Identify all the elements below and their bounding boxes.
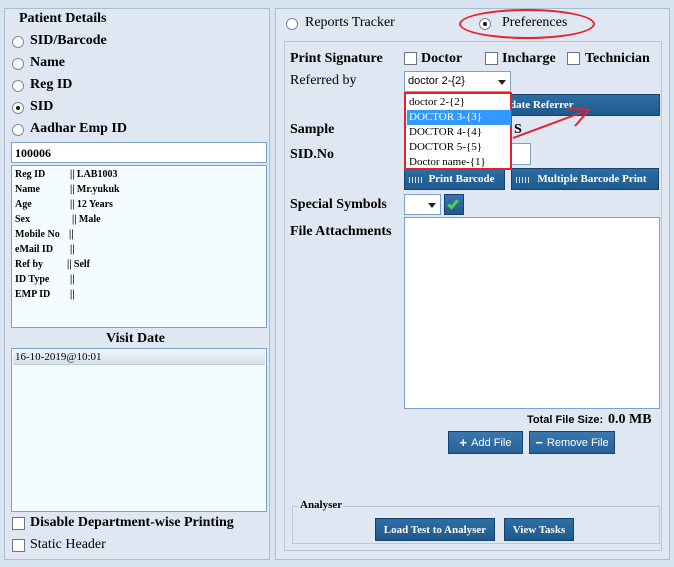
- signature-technician-checkbox[interactable]: [567, 52, 580, 65]
- info-value-mobile: ||: [69, 229, 74, 240]
- search-input[interactable]: 100006: [11, 142, 267, 163]
- chevron-down-icon[interactable]: [428, 203, 436, 208]
- remove-file-label: Remove File: [546, 436, 609, 449]
- radio-name[interactable]: [12, 58, 24, 70]
- search-option-label: Name: [30, 55, 65, 70]
- insert-symbol-button[interactable]: [444, 194, 464, 215]
- add-file-button[interactable]: + Add File: [448, 431, 523, 454]
- total-file-size-label: Total File Size:: [527, 414, 604, 426]
- plus-icon: +: [459, 435, 468, 450]
- sid-no-label: SID.No: [290, 147, 334, 162]
- multiple-barcode-print-label: Multiple Barcode Print: [537, 173, 647, 185]
- info-value-sex: || Male: [72, 214, 101, 225]
- info-value-reg-id: || LAB1003: [70, 169, 118, 180]
- print-signature-label: Print Signature: [290, 51, 383, 66]
- info-value-name: || Mr.yukuk: [70, 184, 120, 195]
- disable-dept-printing-label: Disable Department-wise Printing: [30, 515, 234, 530]
- static-header-checkbox[interactable]: [12, 539, 25, 552]
- print-barcode-label: Print Barcode: [428, 173, 495, 185]
- dropdown-option[interactable]: doctor 2-{2}: [407, 95, 511, 110]
- arrow-shaft: [512, 111, 584, 139]
- patient-info-box: Reg ID || LAB1003 Name || Mr.yukuk Age |…: [11, 165, 267, 328]
- visit-date-item[interactable]: 16-10-2019@10:01: [13, 350, 265, 365]
- static-header-label: Static Header: [30, 537, 106, 552]
- visit-date-title: Visit Date: [106, 331, 165, 346]
- info-label-name: Name: [15, 184, 40, 195]
- load-test-label: Load Test to Analyser: [383, 523, 487, 536]
- search-option-label: Aadhar Emp ID: [30, 121, 127, 136]
- visit-date-list[interactable]: 16-10-2019@10:01: [11, 348, 267, 512]
- search-input-value: 100006: [15, 146, 51, 160]
- file-attachments-list[interactable]: [404, 217, 660, 409]
- referred-by-dropdown-list[interactable]: doctor 2-{2} DOCTOR 3-{3} DOCTOR 4-{4} D…: [404, 92, 512, 170]
- barcode-icon: [516, 177, 530, 183]
- multiple-barcode-print-button[interactable]: Multiple Barcode Print: [511, 168, 659, 190]
- info-label-age: Age: [15, 199, 32, 210]
- info-label-emp-id: EMP ID: [15, 289, 51, 300]
- special-symbols-select[interactable]: [404, 194, 441, 215]
- print-barcode-button[interactable]: Print Barcode: [404, 168, 505, 190]
- visit-date-text: 16-10-2019@10:01: [15, 351, 102, 363]
- disable-dept-printing-checkbox[interactable]: [12, 517, 25, 530]
- radio-reg-id[interactable]: [12, 80, 24, 92]
- referred-by-select[interactable]: doctor 2-{2}: [404, 71, 511, 92]
- signature-incharge-checkbox[interactable]: [485, 52, 498, 65]
- info-label-id-type: ID Type: [15, 274, 50, 285]
- info-label-sex: Sex: [15, 214, 30, 225]
- info-value-emp-id: ||: [70, 289, 75, 300]
- signature-doctor-label: Doctor: [421, 51, 463, 66]
- info-label-mobile: Mobile No: [15, 229, 60, 240]
- view-tasks-label: View Tasks: [512, 523, 566, 536]
- load-test-to-analyser-button[interactable]: Load Test to Analyser: [375, 518, 495, 541]
- annotation-arrow: [512, 107, 592, 139]
- file-attachments-label: File Attachments: [290, 224, 392, 239]
- radio-reports-tracker[interactable]: [286, 18, 298, 30]
- chevron-down-icon[interactable]: [498, 80, 506, 85]
- sample-label: Sample: [290, 122, 335, 137]
- special-symbols-label: Special Symbols: [290, 197, 387, 212]
- referred-by-label: Referred by: [290, 73, 357, 88]
- patient-details-title: Patient Details: [19, 11, 107, 26]
- info-value-age: || 12 Years: [70, 199, 113, 210]
- view-tasks-button[interactable]: View Tasks: [504, 518, 574, 541]
- info-value-ref-by: || Self: [67, 259, 91, 270]
- checkmark-icon: [447, 197, 459, 210]
- preferences-panel: Reports Tracker Preferences Print Signat…: [275, 8, 670, 560]
- search-option-label: SID: [30, 99, 54, 114]
- dropdown-option[interactable]: Doctor name-{1}: [407, 155, 511, 170]
- add-file-label: Add File: [471, 436, 512, 449]
- dropdown-option-selected[interactable]: DOCTOR 3-{3}: [407, 110, 511, 125]
- signature-incharge-label: Incharge: [502, 51, 556, 66]
- search-option-label: SID/Barcode: [30, 33, 107, 48]
- info-value-email: ||: [70, 244, 75, 255]
- info-label-email: eMail ID: [15, 244, 54, 255]
- search-option-label: Reg ID: [30, 77, 73, 92]
- minus-icon: −: [535, 435, 543, 450]
- total-file-size-value: 0.0 MB: [608, 412, 652, 427]
- dropdown-option[interactable]: DOCTOR 5-{5}: [407, 140, 511, 155]
- radio-sid[interactable]: [12, 102, 24, 114]
- radio-aadhar-emp-id[interactable]: [12, 124, 24, 136]
- analyser-title: Analyser: [298, 499, 345, 511]
- info-label-ref-by: Ref by: [15, 259, 44, 270]
- dropdown-option[interactable]: DOCTOR 4-{4}: [407, 125, 511, 140]
- info-value-id-type: ||: [70, 274, 75, 285]
- highlight-ellipse: [459, 9, 595, 39]
- signature-technician-label: Technician: [585, 51, 650, 66]
- signature-doctor-checkbox[interactable]: [404, 52, 417, 65]
- tab-reports-tracker-label: Reports Tracker: [305, 15, 395, 30]
- referred-by-value: doctor 2-{2}: [408, 75, 465, 87]
- info-label-reg-id: Reg ID: [15, 169, 46, 180]
- patient-details-panel: Patient Details SID/Barcode Name Reg ID …: [4, 8, 270, 560]
- radio-sid-barcode[interactable]: [12, 36, 24, 48]
- barcode-icon: [409, 177, 423, 183]
- remove-file-button[interactable]: − Remove File: [529, 431, 615, 454]
